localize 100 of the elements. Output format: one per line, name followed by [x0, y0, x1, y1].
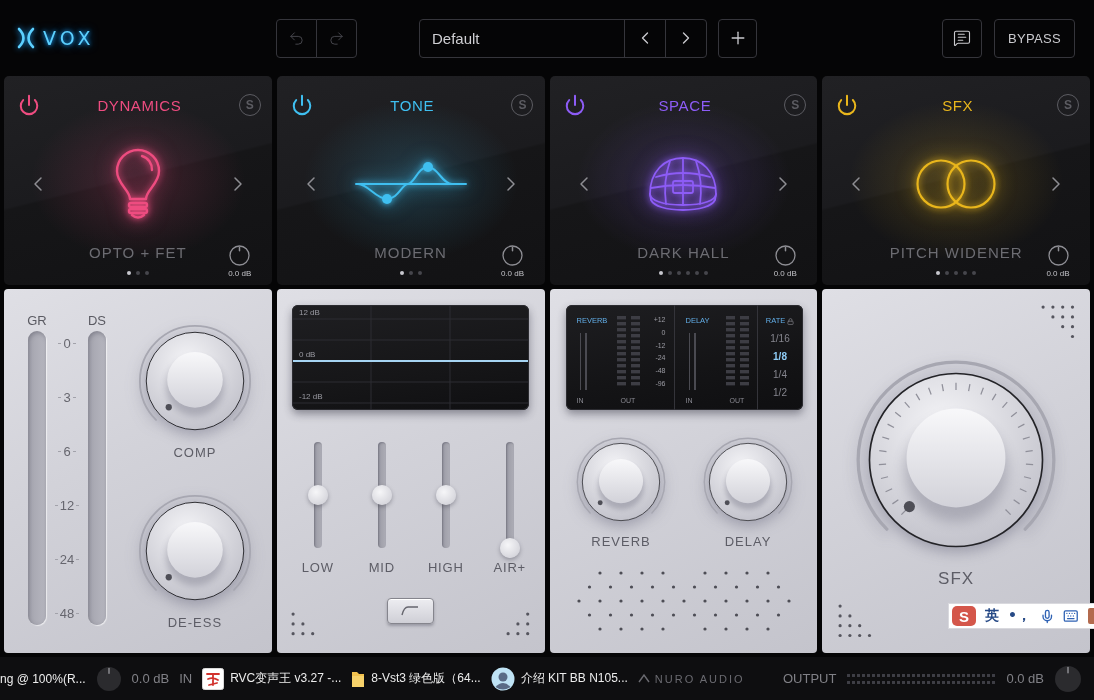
rate-option[interactable]: 1/8: [773, 350, 787, 363]
page-dot[interactable]: [399, 271, 404, 275]
segment-meter-drawing: [616, 316, 640, 386]
avatar-icon: [490, 666, 515, 691]
gain-value: 0.0 dB: [1046, 269, 1070, 278]
scale-label: 24: [54, 552, 80, 566]
scale-label: 48: [54, 606, 80, 620]
taskbar-button[interactable]: RVC变声王 v3.27 -...: [202, 667, 342, 690]
output-label: OUTPUT: [782, 671, 837, 686]
next-preset-button[interactable]: [665, 18, 707, 58]
rate-option[interactable]: 1/4: [773, 368, 787, 381]
dot-pattern-drawing: [505, 612, 530, 636]
dot-pattern-drawing: [1041, 305, 1075, 339]
page-dot[interactable]: [135, 271, 140, 275]
slider-label: HIGH: [427, 560, 464, 575]
punctuation-button[interactable]: •，: [1008, 607, 1031, 625]
gain-knob-icon[interactable]: [1047, 245, 1069, 266]
power-icon[interactable]: [18, 94, 40, 116]
ime-logo[interactable]: S: [952, 606, 976, 626]
microphone-icon[interactable]: [1039, 608, 1055, 624]
knob-label: SFX: [938, 568, 975, 589]
page-dot[interactable]: [694, 271, 699, 275]
module-title: TONE: [390, 96, 434, 114]
preset-field[interactable]: Default: [419, 18, 625, 58]
module-title: SPACE: [658, 96, 712, 114]
knob-label: DE-ESS: [167, 615, 223, 630]
page-dot[interactable]: [676, 271, 681, 275]
page-dot[interactable]: [685, 271, 690, 275]
slider-thumb[interactable]: [307, 485, 328, 505]
page-dot[interactable]: [144, 271, 149, 275]
module-title: DYNAMICS: [97, 96, 182, 114]
gain-value: 0.0 dB: [500, 269, 525, 278]
output-gain-value: 0.0 dB: [1006, 671, 1044, 686]
rate-option[interactable]: 1/16: [770, 332, 790, 345]
previous-preset-button[interactable]: [624, 18, 666, 58]
rate-option[interactable]: 1/2: [773, 386, 787, 399]
dot-pattern-drawing: [290, 612, 315, 636]
scale-label: 0: [58, 336, 76, 350]
y-tick-label: 0 dB: [298, 350, 316, 359]
taskbar-button[interactable]: 8-Vst3 绿色版（64...: [351, 668, 481, 689]
preset-name: DARK HALL: [637, 244, 730, 261]
slider-thumb[interactable]: [371, 485, 392, 505]
knob-label: COMP: [173, 445, 217, 460]
page-dot[interactable]: [963, 271, 968, 275]
brand-name: NURO AUDIO: [654, 672, 745, 685]
scale-label: 3: [58, 390, 76, 404]
bypass-button[interactable]: BYPASS: [994, 18, 1075, 58]
y-tick-label: 12 dB: [298, 308, 320, 317]
slider-label: LOW: [301, 560, 334, 575]
logo-icon: [16, 27, 36, 49]
power-icon[interactable]: [563, 94, 586, 116]
input-label: IN: [179, 671, 193, 686]
slider-thumb[interactable]: [499, 538, 520, 558]
meter-label: DS: [87, 313, 107, 328]
module-title: SFX: [942, 96, 974, 114]
gain-value: 0.0 dB: [773, 269, 797, 278]
page-dot[interactable]: [972, 271, 977, 275]
input-knob-icon[interactable]: [95, 665, 122, 692]
meter-label: GR: [27, 313, 47, 328]
page-dot[interactable]: [667, 271, 672, 275]
slider-label: MID: [368, 560, 395, 575]
keyboard-icon[interactable]: [1063, 608, 1079, 624]
page-dot[interactable]: [126, 271, 131, 275]
preset-name: PITCH WIDENER: [889, 244, 1023, 261]
page-dot[interactable]: [658, 271, 663, 275]
segment-meter-drawing: [725, 316, 749, 386]
preset-name: OPTO + FET: [89, 244, 187, 261]
brand-logo-icon: [637, 674, 650, 683]
curve-button[interactable]: [386, 598, 434, 624]
overlapping-circles-icon: [914, 158, 999, 210]
taskbar-button[interactable]: 介绍 KIT BB N105...: [490, 666, 628, 691]
page-dot[interactable]: [945, 271, 950, 275]
knob-label: DELAY: [724, 534, 772, 549]
feedback-button[interactable]: [942, 18, 982, 58]
tile-icon[interactable]: [1088, 608, 1094, 624]
y-tick-label: -12 dB: [298, 392, 323, 401]
slider-label: AIR+: [493, 560, 526, 575]
page-dot[interactable]: [954, 271, 959, 275]
scale-label: 6: [58, 444, 76, 458]
gain-knob-icon[interactable]: [502, 245, 523, 266]
page-dot[interactable]: [408, 271, 413, 275]
curve-icon: [401, 606, 420, 616]
app-icon: [202, 667, 225, 690]
power-icon[interactable]: [290, 94, 313, 116]
page-dot[interactable]: [417, 271, 422, 275]
input-mode-button[interactable]: 英: [985, 607, 999, 625]
gain-knob-icon[interactable]: [774, 245, 796, 266]
page-dot[interactable]: [703, 271, 708, 275]
scale-label: 12: [54, 498, 80, 512]
slider-thumb[interactable]: [435, 485, 456, 505]
taskbar-button[interactable]: ng @ 100%(R...: [0, 671, 86, 686]
input-gain-value: 0.0 dB: [131, 671, 170, 686]
preset-name: MODERN: [374, 244, 447, 261]
undo-icon: [288, 29, 305, 47]
gain-value: 0.0 dB: [228, 269, 252, 278]
gain-knob-icon[interactable]: [229, 245, 251, 266]
add-preset-button[interactable]: [718, 18, 757, 58]
page-dot[interactable]: [936, 271, 941, 275]
power-icon[interactable]: [836, 94, 859, 116]
redo-icon: [328, 29, 345, 47]
